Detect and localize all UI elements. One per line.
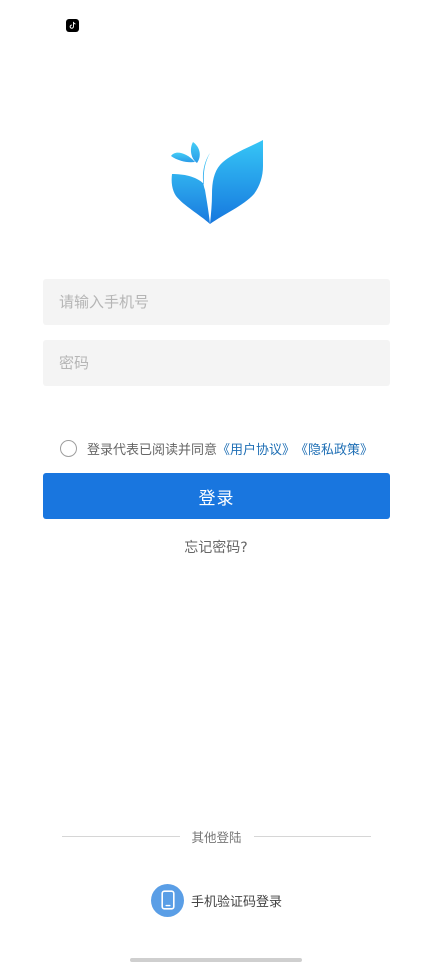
divider-line-right xyxy=(253,835,372,837)
agreement-text: 登录代表已阅读并同意 xyxy=(87,442,218,458)
login-button[interactable]: 登录 xyxy=(43,473,390,519)
agreement-row: 登录代表已阅读并同意 《用户协议》 《隐私政策》 xyxy=(60,437,373,459)
leaf-logo-icon xyxy=(171,140,263,224)
phone-input[interactable] xyxy=(43,279,390,325)
other-login-label: 其他登陆 xyxy=(191,829,242,845)
user-agreement-link[interactable]: 《用户协议》 xyxy=(217,439,295,458)
tiktok-icon xyxy=(66,19,79,32)
other-login-divider: 其他登陆 xyxy=(62,827,372,845)
divider-line-left xyxy=(62,835,180,837)
home-indicator[interactable] xyxy=(130,958,302,962)
privacy-policy-link[interactable]: 《隐私政策》 xyxy=(295,439,373,458)
password-input[interactable] xyxy=(43,340,390,386)
sms-login-button[interactable]: 手机验证码登录 xyxy=(151,883,282,917)
sms-login-label: 手机验证码登录 xyxy=(191,894,283,910)
phone-icon xyxy=(151,883,184,917)
agreement-checkbox[interactable] xyxy=(60,439,77,457)
forgot-password-link[interactable]: 忘记密码? xyxy=(0,537,432,557)
